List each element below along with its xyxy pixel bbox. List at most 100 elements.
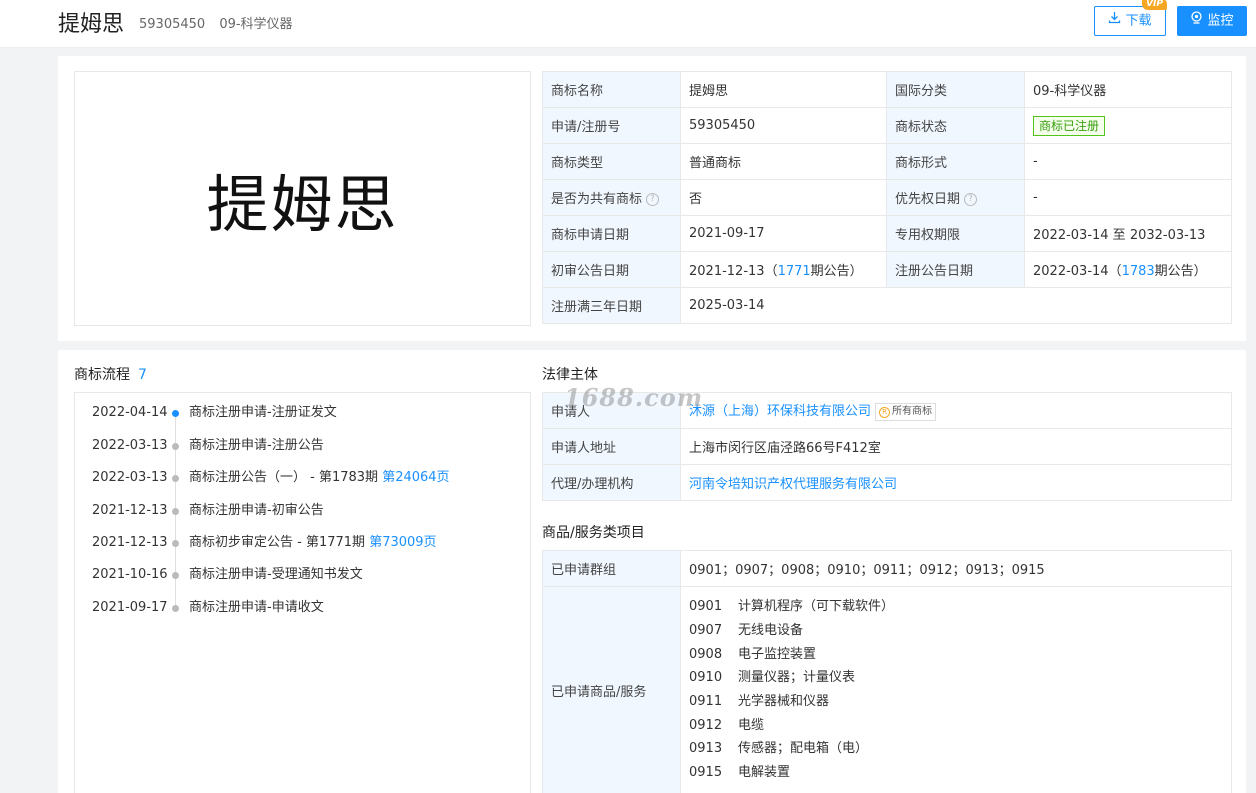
info-value: - <box>1024 143 1232 180</box>
flow-section-title: 商标流程 7 <box>74 364 147 384</box>
info-value: 否 <box>680 179 887 216</box>
goods-name: 电子监控装置 <box>738 646 817 662</box>
timeline-date: 2022-04-14 <box>92 405 168 420</box>
goods-list-cell: 0901 计算机程序（可下载软件） 0907 无线电设备 0908 电子监控装置 09… <box>680 586 1232 793</box>
info-value: 09-科学仪器 <box>1024 71 1232 108</box>
timeline-dot <box>172 540 179 547</box>
goods-name: 测量仪器；计量仪表 <box>738 670 856 686</box>
title-meta: 59305450 09-科学仪器 <box>139 13 293 32</box>
goods-code: 0901 <box>689 599 723 615</box>
issue-link[interactable]: 1783 <box>1122 264 1155 279</box>
registered-icon: R <box>879 406 891 418</box>
info-label: 国际分类 <box>886 71 1025 108</box>
info-label: 商标形式 <box>886 143 1025 180</box>
trademark-image: 提姆思 <box>74 71 531 326</box>
goods-groups-value: 0901；0907；0908；0910；0911；0912；0913；0915 <box>680 550 1232 587</box>
goods-name: 电缆 <box>738 717 765 733</box>
trademark-info-table: 商标名称 提姆思 国际分类 09-科学仪器 申请/注册号 59305450 商标… <box>542 71 1232 324</box>
legal-value-cell: 沐源（上海）环保科技有限公司 R 所有商标 <box>680 392 1232 429</box>
info-label: 商标类型 <box>542 143 681 180</box>
info-value: 2021-09-17 <box>680 215 887 252</box>
goods-code: 0915 <box>689 765 723 781</box>
list-item: 0912 电缆 <box>689 714 1223 738</box>
goods-name: 光学器械和仪器 <box>738 694 830 709</box>
timeline-text: 商标注册申请-受理通知书发文 <box>189 567 363 582</box>
goods-section-title: 商品/服务类项目 <box>542 525 645 541</box>
info-value-cell: 商标已注册 <box>1024 107 1232 144</box>
timeline-text: 商标注册申请-注册证发文 <box>189 405 337 420</box>
timeline-date: 2021-12-13 <box>92 535 168 550</box>
goods-label: 已申请商品/服务 <box>542 586 681 793</box>
info-label: 是否为共有商标 <box>551 192 643 207</box>
info-value: - <box>1024 179 1232 216</box>
applicant-link[interactable]: 沐源（上海）环保科技有限公司 <box>689 404 871 419</box>
info-label-cell: 是否为共有商标? <box>542 179 681 216</box>
timeline-dot <box>172 410 179 417</box>
timeline-item: 2021-12-13 商标注册申请-初审公告 <box>75 501 530 521</box>
info-label: 注册满三年日期 <box>542 287 681 324</box>
timeline-text: 商标注册申请-初审公告 <box>189 503 324 518</box>
trademark-info-card: 提姆思 商标名称 提姆思 国际分类 09-科学仪器 申请/注册号 5930545… <box>58 56 1246 341</box>
timeline-text: 商标注册申请-注册公告 <box>189 438 324 453</box>
status-badge: 商标已注册 <box>1033 115 1106 136</box>
info-label-cell: 优先权日期? <box>886 179 1025 216</box>
table-row: 已申请商品/服务 0901 计算机程序（可下载软件） 0907 无线电设备 0908… <box>542 586 1232 793</box>
download-icon <box>1108 7 1121 35</box>
table-row: 商标申请日期 2021-09-17 专用权期限 2022-03-14 至 203… <box>542 215 1232 252</box>
info-label: 专用权期限 <box>886 215 1025 252</box>
list-item: 0911 光学器械和仪器 <box>689 690 1223 714</box>
legal-value: 上海市闵行区庙泾路66号F412室 <box>680 428 1232 465</box>
list-item: 0907 无线电设备 <box>689 619 1223 643</box>
list-item: 0908 电子监控装置 <box>689 643 1223 667</box>
list-item: 0915 电解装置 <box>689 761 1223 785</box>
timeline-date: 2022-03-13 <box>92 438 168 453</box>
info-value-cell: 2022-03-14（1783期公告） <box>1024 251 1232 288</box>
download-label: 下载 <box>1125 13 1152 29</box>
watermark: 1688.com <box>564 383 704 412</box>
timeline-text-wrap: 商标注册申请-初审公告 <box>189 501 324 521</box>
info-label: 优先权日期 <box>895 192 961 207</box>
table-row: 申请人地址 上海市闵行区庙泾路66号F412室 <box>542 428 1232 465</box>
goods-table: 已申请群组 0901；0907；0908；0910；0911；0912；0913… <box>542 550 1232 793</box>
goods-code: 0910 <box>689 670 723 686</box>
goods-list: 0901 计算机程序（可下载软件） 0907 无线电设备 0908 电子监控装置 09… <box>689 595 1223 785</box>
timeline-text: 商标初步审定公告 - 第1771期 <box>189 535 370 550</box>
timeline-item: 2022-03-13 商标注册公告（一） - 第1783期 第24064页 <box>75 468 530 488</box>
page-link[interactable]: 第24064页 <box>382 470 449 485</box>
goods-code: 0907 <box>689 622 723 638</box>
top-bar: 提姆思 59305450 09-科学仪器 下载 VIP 监控 <box>0 0 1256 48</box>
goods-name: 电解装置 <box>738 765 791 781</box>
table-row: 代理/办理机构 河南令培知识产权代理服务有限公司 <box>542 464 1232 501</box>
header-class: 09-科学仪器 <box>219 17 293 32</box>
timeline-text-wrap: 商标注册申请-申请收文 <box>189 598 324 618</box>
help-icon[interactable]: ? <box>964 193 978 206</box>
agent-link[interactable]: 河南令培知识产权代理服务有限公司 <box>689 477 897 492</box>
goods-code: 0913 <box>689 741 723 757</box>
trademark-logo-text: 提姆思 <box>206 167 399 241</box>
list-item: 0910 测量仪器；计量仪表 <box>689 666 1223 690</box>
issue-link[interactable]: 1771 <box>778 264 811 279</box>
vip-badge: VIP <box>1142 0 1167 10</box>
all-marks-label: 所有商标 <box>892 405 933 417</box>
info-value: 提姆思 <box>680 71 887 108</box>
timeline-dot <box>172 605 179 612</box>
flow-title: 商标流程 <box>74 367 130 383</box>
goods-label: 已申请群组 <box>542 550 681 587</box>
all-marks-button[interactable]: R 所有商标 <box>875 402 937 421</box>
info-label: 初审公告日期 <box>542 251 681 288</box>
help-icon[interactable]: ? <box>646 193 660 206</box>
download-button[interactable]: 下载 VIP <box>1094 0 1167 36</box>
table-row: 申请/注册号 59305450 商标状态 商标已注册 <box>542 107 1232 144</box>
goods-code: 0912 <box>689 717 723 733</box>
table-row: 商标类型 普通商标 商标形式 - <box>542 143 1232 180</box>
info-label: 商标申请日期 <box>542 215 681 252</box>
monitor-button[interactable]: 监控 <box>1177 6 1247 36</box>
issue-suffix: 期公告） <box>810 264 863 279</box>
info-label: 商标名称 <box>542 71 681 108</box>
goods-name: 计算机程序（可下载软件） <box>738 599 895 615</box>
details-card: 商标流程 7 2022-04-14 商标注册申请-注册证发文 2022-03-13… <box>58 350 1246 793</box>
table-row: 商标名称 提姆思 国际分类 09-科学仪器 <box>542 71 1232 108</box>
timeline-dot <box>172 443 179 450</box>
info-label: 注册公告日期 <box>886 251 1025 288</box>
page-link[interactable]: 第73009页 <box>369 535 436 550</box>
